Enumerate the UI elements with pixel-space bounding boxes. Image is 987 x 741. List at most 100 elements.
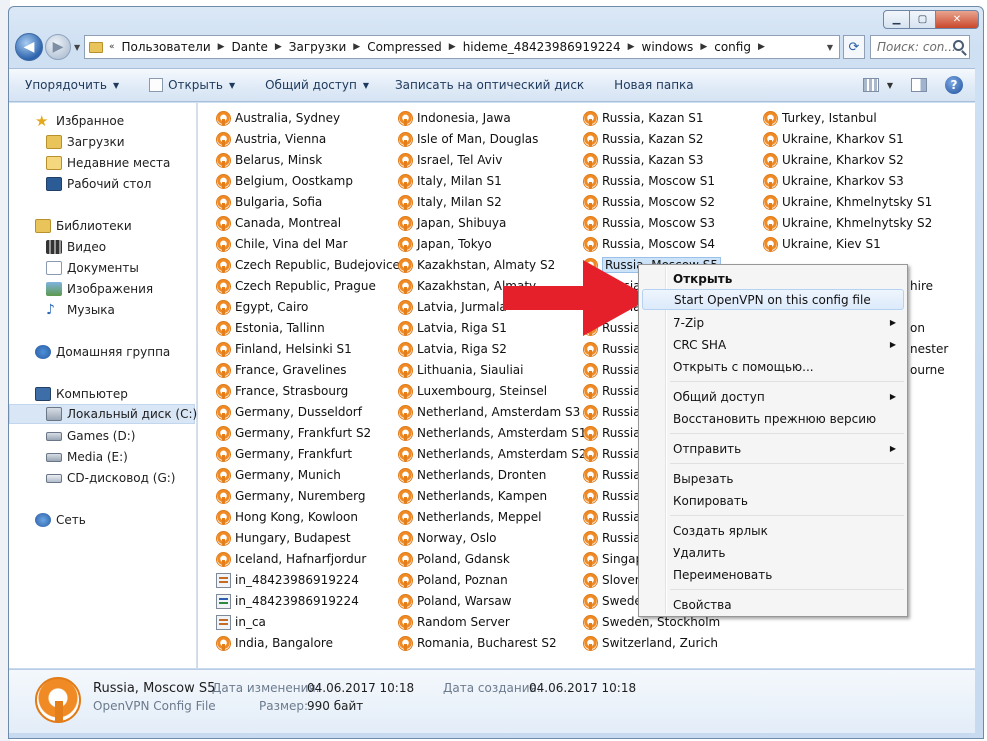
file-item[interactable]: Ukraine, Kiev S1 [763, 234, 881, 254]
file-item[interactable]: Belgium, Oostkamp [216, 171, 353, 191]
file-item[interactable]: Poland, Warsaw [398, 591, 512, 611]
ctx-7zip[interactable]: 7-Zip ▶ [642, 312, 904, 333]
breadcrumb-chevron-icon[interactable]: ▶ [700, 42, 707, 52]
nav-network[interactable]: Сеть [9, 510, 195, 530]
file-item[interactable]: Netherlands, Dronten [398, 465, 546, 485]
file-item[interactable]: France, Strasbourg [216, 381, 348, 401]
view-dropdown-icon[interactable]: ▼ [887, 81, 893, 90]
file-item[interactable]: Ukraine, Khmelnytsky S2 [763, 213, 932, 233]
file-item[interactable]: Chile, Vina del Mar [216, 234, 348, 254]
file-item[interactable]: Russia, Kazan S3 [583, 150, 704, 170]
view-options-icon[interactable] [862, 78, 879, 92]
file-item[interactable]: in_ca [216, 612, 266, 632]
file-item[interactable]: Belarus, Minsk [216, 150, 322, 170]
file-item[interactable]: Turkey, Istanbul [763, 108, 877, 128]
file-item-partial[interactable]: ourne [910, 360, 945, 380]
ctx-properties[interactable]: Свойства [642, 594, 904, 615]
file-item[interactable]: Russia [583, 528, 641, 548]
nav-downloads[interactable]: Загрузки [9, 132, 195, 152]
file-item[interactable]: Sloven [583, 570, 642, 590]
ctx-restore[interactable]: Восстановить прежнюю версию [642, 408, 904, 429]
file-item[interactable]: Russia, Kazan S2 [583, 129, 704, 149]
breadcrumb-chevron-icon[interactable]: ▶ [353, 42, 360, 52]
file-item[interactable]: Russia [583, 360, 641, 380]
file-item[interactable]: Russia, Moscow S1 [583, 171, 715, 191]
nav-recent[interactable]: Недавние места [9, 153, 195, 173]
nav-desktop[interactable]: Рабочий стол [9, 174, 195, 194]
file-item[interactable]: Latvia, Riga S2 [398, 339, 507, 359]
file-item[interactable]: Australia, Sydney [216, 108, 340, 128]
ctx-rename[interactable]: Переименовать [642, 564, 904, 585]
file-item[interactable]: Russia [583, 486, 641, 506]
file-item[interactable]: Italy, Milan S1 [398, 171, 502, 191]
file-item[interactable]: Random Server [398, 612, 510, 632]
breadcrumb-chevron-icon[interactable]: ▶ [218, 42, 225, 52]
file-item[interactable]: Russia, Kazan S1 [583, 108, 704, 128]
file-item[interactable]: Ukraine, Kharkov S2 [763, 150, 904, 170]
file-item[interactable]: Germany, Frankfurt S2 [216, 423, 371, 443]
file-item[interactable]: Russia [583, 402, 641, 422]
file-item[interactable]: Ukraine, Kharkov S3 [763, 171, 904, 191]
ctx-copy[interactable]: Копировать [642, 490, 904, 511]
file-item[interactable]: Germany, Dusseldorf [216, 402, 362, 422]
breadcrumb-hideme[interactable]: hideme_48423986919224 [463, 40, 621, 54]
file-item-partial[interactable]: nester [910, 339, 948, 359]
file-item[interactable]: India, Bangalore [216, 633, 333, 653]
file-item[interactable]: Germany, Munich [216, 465, 341, 485]
file-item[interactable]: Norway, Oslo [398, 528, 497, 548]
breadcrumb-windows[interactable]: windows [642, 40, 694, 54]
file-item[interactable]: Finland, Helsinki S1 [216, 339, 352, 359]
nav-favorites[interactable]: ★ Избранное [9, 111, 195, 131]
file-item[interactable]: Netherlands, Meppel [398, 507, 541, 527]
ctx-open[interactable]: Открыть [642, 268, 904, 289]
file-item[interactable]: Netherland, Amsterdam S3 [398, 402, 580, 422]
nav-images[interactable]: Изображения [9, 279, 195, 299]
file-item[interactable]: Czech Republic, Prague [216, 276, 376, 296]
nav-music[interactable]: ♪ Музыка [9, 300, 195, 320]
file-item[interactable]: Egypt, Cairo [216, 297, 308, 317]
open-button[interactable]: Открыть ▼ [149, 78, 235, 92]
ctx-share[interactable]: Общий доступ ▶ [642, 386, 904, 407]
file-item[interactable]: Latvia, Riga S1 [398, 318, 507, 338]
breadcrumb-config[interactable]: config [714, 40, 751, 54]
breadcrumb-dante[interactable]: Dante [232, 40, 268, 54]
ctx-open-with[interactable]: Открыть с помощью... [642, 356, 904, 377]
file-item[interactable]: Lithuania, Siauliai [398, 360, 523, 380]
file-item[interactable]: Russia, Moscow S3 [583, 213, 715, 233]
file-item[interactable]: Poland, Poznan [398, 570, 508, 590]
file-item[interactable]: Poland, Gdansk [398, 549, 510, 569]
file-item[interactable]: Germany, Nuremberg [216, 486, 365, 506]
file-item[interactable]: Netherlands, Kampen [398, 486, 547, 506]
file-item[interactable]: Austria, Vienna [216, 129, 326, 149]
file-item[interactable]: Russia, Moscow S4 [583, 234, 715, 254]
file-item[interactable]: Hungary, Budapest [216, 528, 351, 548]
file-item[interactable]: Japan, Tokyo [398, 234, 492, 254]
burn-disc-button[interactable]: Записать на оптический диск [395, 78, 584, 92]
file-item[interactable]: Russia [583, 444, 641, 464]
ctx-crc-sha[interactable]: CRC SHA ▶ [642, 334, 904, 355]
file-item[interactable]: Germany, Frankfurt [216, 444, 352, 464]
file-item[interactable]: France, Gravelines [216, 360, 347, 380]
close-button[interactable]: ✕ [935, 10, 979, 29]
file-item[interactable]: Estonia, Tallinn [216, 318, 325, 338]
file-item[interactable]: Canada, Montreal [216, 213, 341, 233]
refresh-button[interactable]: ⟳ [843, 35, 865, 59]
address-overflow-icon[interactable]: « [109, 42, 115, 52]
file-item-partial[interactable]: hire [910, 276, 933, 296]
search-input[interactable]: Поиск: con... [870, 35, 970, 59]
file-item[interactable]: Switzerland, Zurich [583, 633, 718, 653]
file-item[interactable]: Russia [583, 339, 641, 359]
nav-games[interactable]: Games (D:) [9, 426, 195, 446]
breadcrumb-chevron-icon[interactable]: ▶ [449, 42, 456, 52]
back-button[interactable]: ◀ [15, 33, 43, 61]
file-item-partial[interactable]: on [910, 318, 925, 338]
ctx-delete[interactable]: Удалить [642, 542, 904, 563]
file-item[interactable]: Czech Republic, Budejovice [216, 255, 400, 275]
file-item[interactable]: Netherlands, Amsterdam S1 [398, 423, 586, 443]
file-item[interactable]: Russia [583, 507, 641, 527]
new-folder-button[interactable]: Новая папка [614, 78, 693, 92]
nav-video[interactable]: Видео [9, 237, 195, 257]
recent-pages-dropdown-icon[interactable]: ▼ [74, 43, 80, 52]
breadcrumb-users[interactable]: Пользователи [122, 40, 211, 54]
ctx-send-to[interactable]: Отправить ▶ [642, 438, 904, 459]
